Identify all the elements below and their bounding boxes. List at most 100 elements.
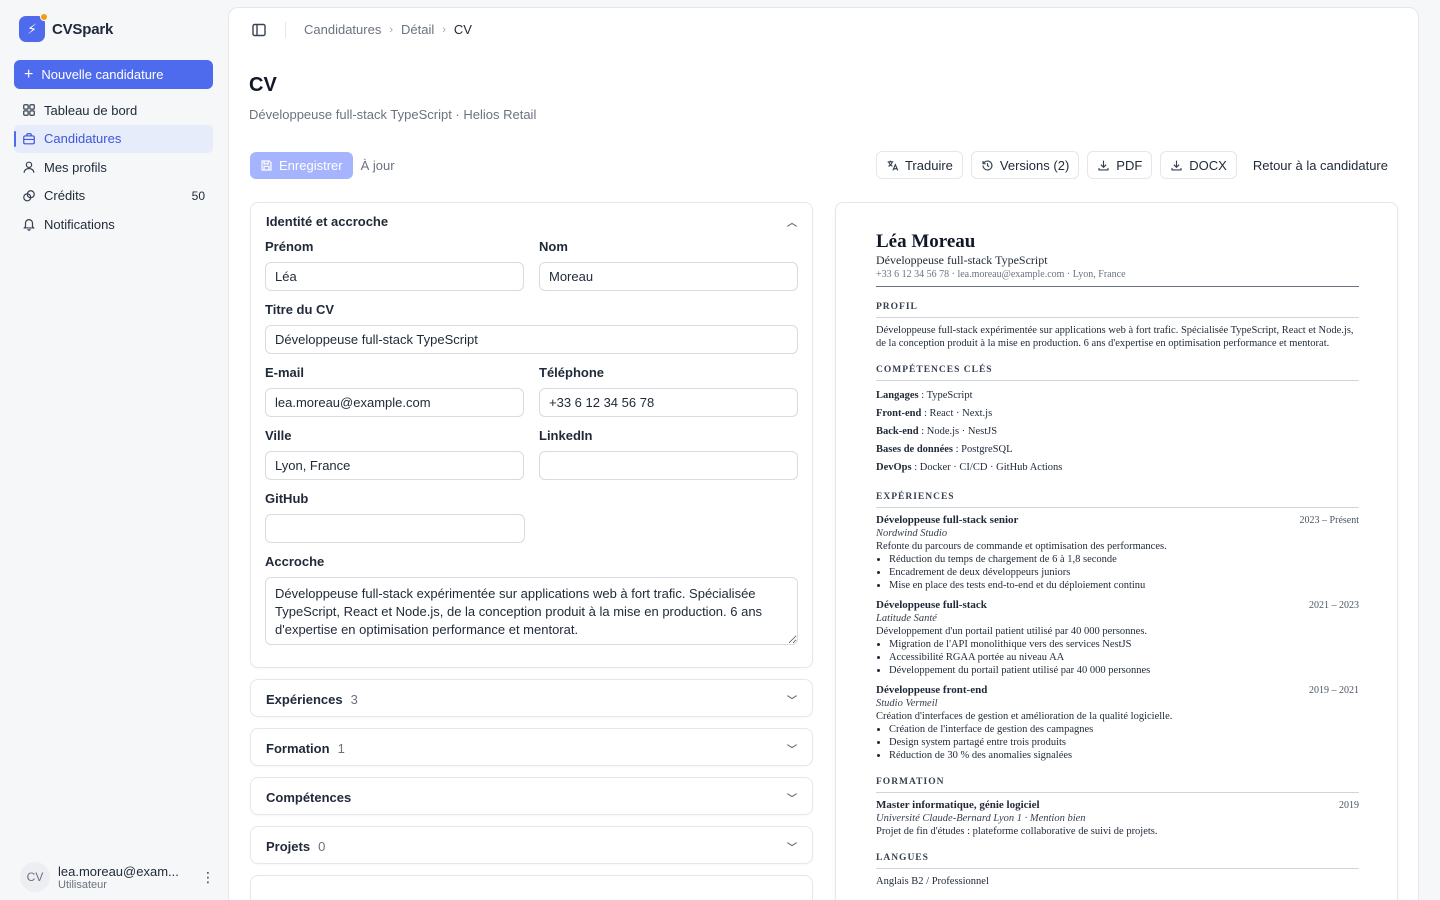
cv-job-company: Latitude Santé [876, 613, 937, 624]
github-input[interactable] [265, 514, 525, 543]
cv-title-input[interactable] [265, 325, 798, 354]
sidebar: ⚡ CVSpark + Nouvelle candidature Tableau… [0, 0, 228, 900]
docx-download-button[interactable]: DOCX [1160, 151, 1237, 179]
cv-job-title: Développeuse full-stack [876, 599, 987, 611]
section-label: Projets [266, 838, 311, 854]
cv-job-bullet: Création de l'interface de gestion des c… [889, 723, 1359, 736]
cv-experience: Développeuse full-stack 2021 – 2023 Latit… [876, 599, 1359, 677]
sidebar-item-label: Crédits [44, 188, 86, 203]
back-to-application-link[interactable]: Retour à la candidature [1245, 158, 1398, 173]
cv-degree-date: 2019 [1339, 800, 1359, 811]
skills-section[interactable]: Compétences ﹀ [250, 777, 813, 815]
divider [285, 21, 286, 38]
cv-skill-value: : React · Next.js [921, 408, 993, 419]
user-role: Utilisateur [58, 878, 107, 891]
cv-title-group: Titre du CV [265, 302, 798, 354]
section-title: Identité et accroche [266, 213, 389, 229]
bolt-logo-icon: ⚡ [19, 13, 48, 42]
cv-job-title: Développeuse full-stack senior [876, 514, 1019, 526]
hook-textarea[interactable]: Développeuse full-stack expérimentée sur… [265, 577, 798, 645]
save-status: À jour [360, 157, 395, 173]
education-section-header[interactable]: Formation 1 ﹀ [251, 729, 812, 767]
projects-section-header[interactable]: Projets 0 ﹀ [251, 827, 812, 865]
cv-job-dates: 2019 – 2021 [1309, 685, 1359, 696]
cv-skill-key: Langages [876, 390, 919, 401]
experiences-section[interactable]: Expériences 3 ﹀ [250, 679, 813, 717]
next-section[interactable] [250, 875, 813, 900]
chevron-down-icon: ﹀ [787, 842, 797, 854]
sidebar-toggle-icon[interactable] [251, 22, 267, 38]
cv-job-bullet: Design system partagé entre trois produi… [889, 736, 1359, 749]
linkedin-group: LinkedIn [539, 428, 798, 480]
skills-section-header[interactable]: Compétences ﹀ [251, 778, 812, 816]
brand-name: CVSpark [52, 20, 114, 38]
section-label: Expériences [266, 691, 343, 707]
sidebar-item-credits[interactable]: Crédits 50 [14, 182, 213, 210]
chevron-down-icon: ﹀ [787, 793, 797, 805]
cv-preview: Léa Moreau Développeuse full-stack TypeS… [835, 202, 1398, 900]
coins-icon [23, 189, 35, 201]
identity-section-header[interactable]: Identité et accroche ︿ [251, 203, 812, 239]
avatar: CV [20, 862, 50, 892]
cv-job-bullet: Accessibilité RGAA portée au niveau AA [889, 651, 1359, 664]
cv-skill-key: DevOps [876, 462, 912, 473]
brand[interactable]: ⚡ CVSpark [19, 13, 114, 42]
cv-document: Léa Moreau Développeuse full-stack TypeS… [876, 231, 1359, 888]
github-group: GitHub [265, 491, 525, 543]
translate-button[interactable]: Traduire [875, 151, 963, 179]
bell-icon [23, 219, 35, 231]
new-application-button[interactable]: + Nouvelle candidature [14, 60, 213, 89]
save-icon [261, 159, 272, 171]
email-input[interactable] [265, 388, 524, 417]
chevron-right-icon: › [389, 23, 393, 36]
pdf-download-button[interactable]: PDF [1087, 151, 1153, 179]
breadcrumb-applications[interactable]: Candidatures [304, 22, 381, 37]
breadcrumb-current: CV [453, 22, 472, 37]
section-count: 3 [350, 691, 358, 707]
cv-section-heading: Profil [876, 301, 1359, 318]
cv-skill: Back-end : Node.js · NestJS [876, 423, 1359, 441]
last-name-input[interactable] [539, 262, 798, 291]
cv-section-heading: Expériences [876, 491, 1359, 508]
cv-section-heading: Compétences clés [876, 364, 1359, 381]
history-icon [982, 159, 993, 171]
sidebar-item-applications[interactable]: Candidatures [14, 124, 213, 153]
projects-section[interactable]: Projets 0 ﹀ [250, 826, 813, 864]
save-label: Enregistrer [279, 157, 343, 173]
cv-experience: Développeuse full-stack senior 2023 – Pré… [876, 514, 1359, 592]
city-input[interactable] [265, 451, 524, 480]
cv-section-heading: Formation [876, 776, 1359, 793]
section-count: 0 [318, 838, 326, 854]
cv-skill-key: Back-end [876, 426, 919, 437]
email-group: E-mail [265, 365, 524, 417]
city-group: Ville [265, 428, 524, 480]
linkedin-input[interactable] [539, 451, 798, 480]
cv-job-bullet: Réduction du temps de chargement de 6 à … [889, 553, 1359, 566]
cv-title-label: Titre du CV [265, 302, 335, 317]
breadcrumb-detail[interactable]: Détail [401, 22, 434, 37]
toolbar-actions: Traduire Versions (2) PDF DOCX Retour à … [875, 151, 1398, 179]
education-section[interactable]: Formation 1 ﹀ [250, 728, 813, 766]
versions-button[interactable]: Versions (2) [970, 151, 1080, 179]
cv-job-title: Développeuse front-end [876, 684, 988, 696]
sidebar-item-profiles[interactable]: Mes profils [14, 153, 213, 181]
cv-skill: DevOps : Docker · CI/CD · GitHub Actions [876, 459, 1359, 477]
cv-job-desc: Création d'interfaces de gestion et amél… [876, 711, 1173, 722]
first-name-input[interactable] [265, 262, 524, 291]
identity-form-body: Prénom Nom Titre du CV E-mail [251, 239, 812, 667]
linkedin-label: LinkedIn [539, 428, 593, 443]
chevron-down-icon: ﹀ [787, 695, 797, 707]
sidebar-item-notifications[interactable]: Notifications [14, 210, 213, 238]
cv-job-bullet: Mise en place des tests end-to-end et du… [889, 579, 1359, 592]
versions-label: Versions (2) [999, 157, 1070, 173]
user-account: CV lea.moreau@exam... Utilisateur ⋮ [20, 862, 215, 892]
main-panel: Candidatures › Détail › CV CV Développeu… [228, 7, 1419, 900]
experiences-section-header[interactable]: Expériences 3 ﹀ [251, 680, 812, 718]
more-vertical-icon[interactable]: ⋮ [201, 869, 215, 886]
phone-input[interactable] [539, 388, 798, 417]
cv-job-bullet: Réduction de 30 % des anomalies signalée… [889, 749, 1359, 762]
sidebar-item-dashboard[interactable]: Tableau de bord [14, 96, 213, 124]
save-button[interactable]: Enregistrer [250, 151, 353, 179]
cv-skill-value: : Docker · CI/CD · GitHub Actions [911, 462, 1063, 473]
cv-skill-value: : Node.js · NestJS [918, 426, 998, 437]
